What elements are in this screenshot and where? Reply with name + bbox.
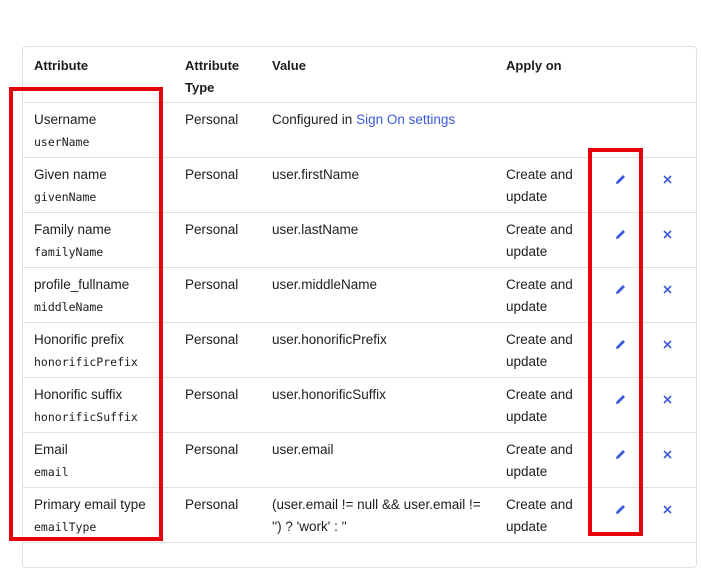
table-row: Email email Personal user.email Create a… [23,433,696,488]
apply-on-cell: Create and update [506,442,573,479]
table-row: Primary email type emailType Personal (u… [23,488,696,543]
delete-button[interactable] [656,498,678,520]
attribute-type: Personal [185,277,239,292]
attribute-cell: profile_fullname middleName [34,274,129,318]
attribute-type: Personal [185,497,239,512]
pencil-icon [615,174,625,184]
attribute-type: Personal [185,112,239,127]
delete-button[interactable] [656,388,678,410]
pencil-icon [615,339,625,349]
value-cell: (user.email != null && user.email != '') … [272,497,481,534]
close-icon [662,339,672,349]
header-attribute-type: Attribute Type [185,58,240,95]
table-row: Family name familyName Personal user.las… [23,213,696,268]
apply-on-cell: Create and update [506,222,573,259]
table-row: Given name givenName Personal user.first… [23,158,696,213]
apply-on-cell: Create and update [506,497,573,534]
value-cell: user.honorificSuffix [272,387,386,402]
attribute-cell: Primary email type emailType [34,494,146,538]
edit-button[interactable] [609,168,631,190]
attribute-code: middleName [34,300,104,314]
sign-on-settings-link[interactable]: Sign On settings [356,112,455,127]
header-apply-on: Apply on [506,58,562,73]
close-icon [662,174,672,184]
delete-button[interactable] [656,223,678,245]
close-icon [662,449,672,459]
attribute-type: Personal [185,387,239,402]
edit-button[interactable] [609,498,631,520]
attribute-mappings-table: Attribute Attribute Type Value Apply on … [22,46,697,568]
value-cell: Configured in Sign On settings [272,112,456,127]
pencil-icon [615,229,625,239]
table-row: profile_fullname middleName Personal use… [23,268,696,323]
apply-on-cell: Create and update [506,332,573,369]
value-cell: user.email [272,442,334,457]
edit-button[interactable] [609,388,631,410]
edit-button[interactable] [609,443,631,465]
pencil-icon [615,504,625,514]
attribute-type: Personal [185,222,239,237]
attribute-code: emailType [34,520,97,534]
delete-button[interactable] [656,333,678,355]
pencil-icon [615,394,625,404]
delete-button[interactable] [656,278,678,300]
header-value: Value [272,58,306,73]
close-icon [662,504,672,514]
attribute-name: Given name [34,167,107,182]
attribute-name: Honorific suffix [34,387,123,402]
edit-button[interactable] [609,333,631,355]
attribute-code: honorificSuffix [34,410,138,424]
attribute-code: userName [34,135,90,149]
attribute-cell: Username userName [34,109,96,153]
apply-on-cell: Create and update [506,277,573,314]
attribute-code: familyName [34,245,104,259]
delete-button[interactable] [656,168,678,190]
attribute-name: Honorific prefix [34,332,125,347]
attribute-type: Personal [185,332,239,347]
attribute-name: Username [34,112,97,127]
attribute-cell: Honorific prefix honorificPrefix [34,329,138,373]
table-row: Honorific suffix honorificSuffix Persona… [23,378,696,433]
close-icon [662,394,672,404]
table-row: Username userName Personal Configured in… [23,103,696,158]
attribute-name: Email [34,442,68,457]
table-header: Attribute Attribute Type Value Apply on [23,47,696,103]
value-cell: user.firstName [272,167,360,182]
edit-button[interactable] [609,223,631,245]
value-cell: user.honorificPrefix [272,332,387,347]
pencil-icon [615,284,625,294]
attribute-name: profile_fullname [34,277,130,292]
attribute-cell: Email email [34,439,69,483]
attribute-code: email [34,465,69,479]
value-cell: user.lastName [272,222,359,237]
attribute-cell: Given name givenName [34,164,107,208]
apply-on-cell: Create and update [506,387,573,424]
attribute-type: Personal [185,167,239,182]
edit-button[interactable] [609,278,631,300]
delete-button[interactable] [656,443,678,465]
close-icon [662,284,672,294]
close-icon [662,229,672,239]
attribute-type: Personal [185,442,239,457]
attribute-name: Family name [34,222,112,237]
header-attribute: Attribute [34,58,89,73]
pencil-icon [615,449,625,459]
value-cell: user.middleName [272,277,378,292]
apply-on-cell: Create and update [506,167,573,204]
attribute-code: honorificPrefix [34,355,138,369]
attribute-cell: Honorific suffix honorificSuffix [34,384,138,428]
attribute-name: Primary email type [34,497,146,512]
attribute-code: givenName [34,190,97,204]
table-row: Honorific prefix honorificPrefix Persona… [23,323,696,378]
attribute-cell: Family name familyName [34,219,111,263]
